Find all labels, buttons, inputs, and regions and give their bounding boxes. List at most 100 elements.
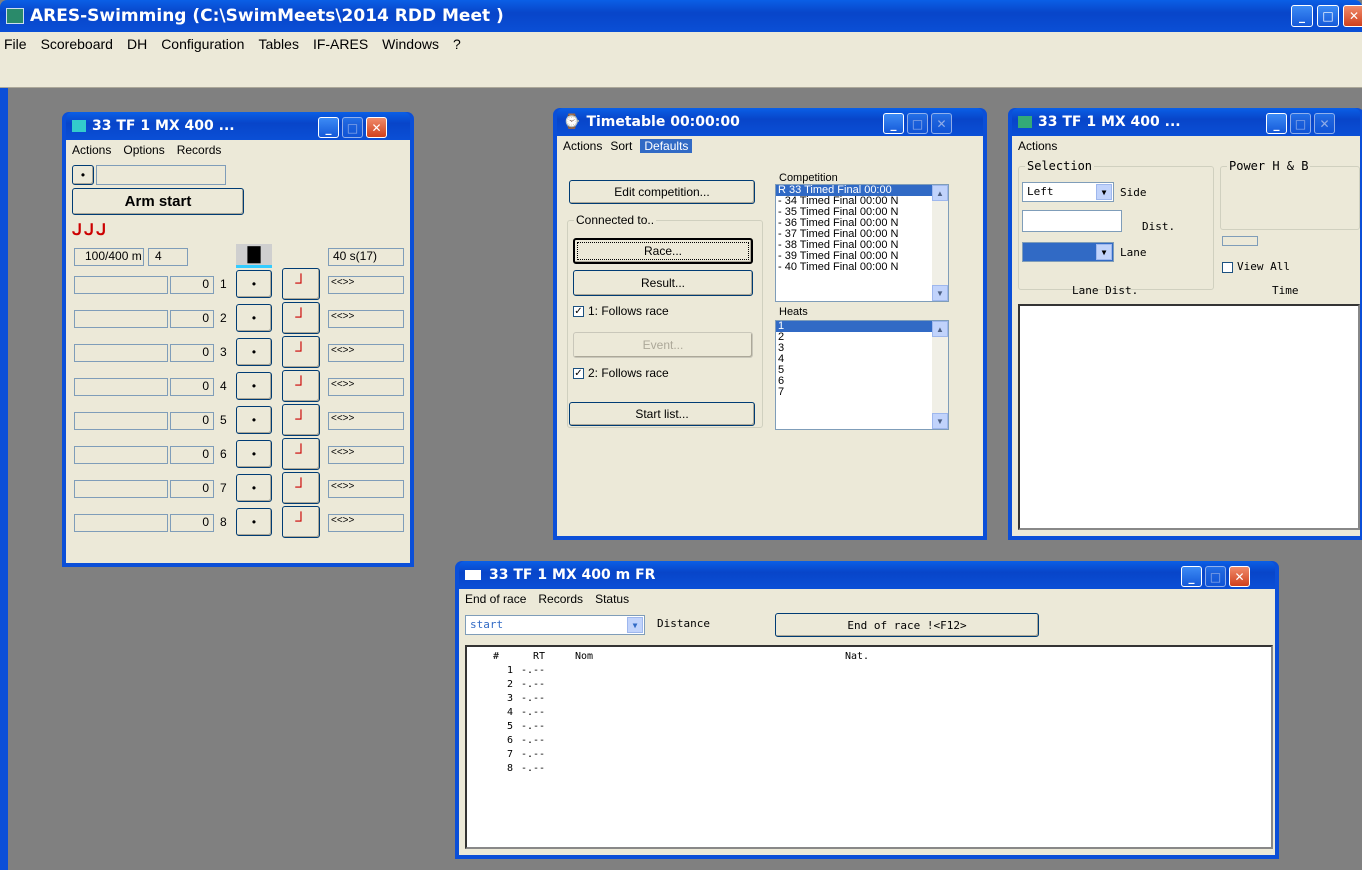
- col-nat: Nat.: [845, 651, 870, 662]
- menu-windows[interactable]: Windows: [382, 36, 439, 52]
- distance-label: Distance: [657, 617, 710, 630]
- competition-listbox[interactable]: R 33 Timed Final 00:00- 34 Timed Final 0…: [775, 184, 949, 302]
- status-select[interactable]: start ▼: [465, 615, 645, 635]
- menu-actions[interactable]: Actions: [72, 143, 111, 157]
- lane-touchpad-button[interactable]: ┘: [282, 438, 320, 470]
- menu-records[interactable]: Records: [538, 592, 583, 606]
- window-icon: [1018, 116, 1032, 128]
- race-button[interactable]: Race...: [573, 238, 753, 264]
- lane-time-field: [74, 344, 168, 362]
- lane-dot-button[interactable]: •: [236, 304, 272, 332]
- lane-dot-button[interactable]: •: [236, 372, 272, 400]
- close-button[interactable]: ✕: [1229, 566, 1250, 587]
- lane-dot-button[interactable]: •: [236, 270, 272, 298]
- heats-listbox[interactable]: 1234567 ▲ ▼: [775, 320, 949, 430]
- lane-touchpad-button[interactable]: ┘: [282, 370, 320, 402]
- minimize-button[interactable]: _: [318, 117, 339, 138]
- edit-competition-button[interactable]: Edit competition...: [569, 180, 755, 204]
- close-button[interactable]: ✕: [1343, 5, 1362, 27]
- menu-tables[interactable]: Tables: [258, 36, 298, 52]
- dot-button[interactable]: •: [72, 165, 94, 185]
- lane-touchpad-button[interactable]: ┘: [282, 404, 320, 436]
- dist-label: Dist.: [1142, 220, 1176, 233]
- menu-actions[interactable]: Actions: [1018, 139, 1057, 153]
- result-row-rt: -.--: [521, 749, 546, 760]
- maximize-button[interactable]: □: [907, 113, 928, 134]
- lane-dot-button[interactable]: •: [236, 508, 272, 536]
- result-button[interactable]: Result...: [573, 270, 753, 296]
- menu-scoreboard[interactable]: Scoreboard: [41, 36, 113, 52]
- side-select[interactable]: Left ▼: [1022, 182, 1114, 202]
- lanes-window-title: 33 TF 1 MX 400 ...: [92, 118, 235, 134]
- menu-sort[interactable]: Sort: [610, 139, 632, 153]
- menu-end-of-race[interactable]: End of race: [465, 592, 526, 606]
- view-all-checkbox[interactable]: View All: [1222, 260, 1290, 273]
- heat-item[interactable]: 4: [776, 354, 948, 365]
- end-of-race-button[interactable]: End of race !<F12>: [775, 613, 1039, 637]
- col-time: Time: [1272, 284, 1299, 297]
- competition-label: Competition: [779, 172, 838, 184]
- distance-title: 33 TF 1 MX 400 ...: [1038, 114, 1181, 130]
- menu-configuration[interactable]: Configuration: [161, 36, 244, 52]
- result-row-rt: -.--: [521, 763, 546, 774]
- lane-number: 7: [220, 481, 227, 495]
- lane-touchpad-button[interactable]: ┘: [282, 268, 320, 300]
- lane-time-field: [74, 412, 168, 430]
- menu-records[interactable]: Records: [177, 143, 222, 157]
- results-table[interactable]: # RT Nom Nat. 1 -.-- 2 -.-- 3 -.-- 4 -.-- 5 -.-- 6…: [465, 645, 1273, 849]
- menu-status[interactable]: Status: [595, 592, 629, 606]
- heat-item[interactable]: 5: [776, 365, 948, 376]
- lane-select[interactable]: ▼: [1022, 242, 1114, 262]
- lane-dot-button[interactable]: •: [236, 406, 272, 434]
- menu-if-ares[interactable]: IF-ARES: [313, 36, 368, 52]
- heat-item[interactable]: 1: [776, 321, 948, 332]
- arm-start-button[interactable]: Arm start: [72, 188, 244, 215]
- close-button[interactable]: ✕: [931, 113, 952, 134]
- minimize-button[interactable]: _: [1266, 113, 1287, 134]
- heat-item[interactable]: 3: [776, 343, 948, 354]
- lanes-menubar: Actions Options Records: [66, 140, 410, 160]
- follows-race-2-checkbox[interactable]: ✓ 2: Follows race: [573, 366, 669, 380]
- maximize-button[interactable]: □: [1205, 566, 1226, 587]
- timetable-titlebar: ⌚ Timetable 00:00:00 _ □ ✕: [557, 108, 983, 136]
- distance-list[interactable]: [1018, 304, 1360, 530]
- menu-file[interactable]: File: [4, 36, 27, 52]
- menu-actions[interactable]: Actions: [563, 139, 602, 153]
- follows-race-1-checkbox[interactable]: ✓ 1: Follows race: [573, 304, 669, 318]
- maximize-button[interactable]: □: [342, 117, 363, 138]
- start-list-button[interactable]: Start list...: [569, 402, 755, 426]
- minimize-button[interactable]: _: [883, 113, 904, 134]
- lane-label: Lane: [1120, 246, 1147, 259]
- lane-number: 4: [220, 379, 227, 393]
- close-button[interactable]: ✕: [366, 117, 387, 138]
- lane-touchpad-button[interactable]: ┘: [282, 336, 320, 368]
- power-group: Power H & B: [1220, 159, 1360, 230]
- menu-help[interactable]: ?: [453, 36, 461, 52]
- menu-dh[interactable]: DH: [127, 36, 147, 52]
- lane-dot-button[interactable]: •: [236, 338, 272, 366]
- result-row-rt: -.--: [521, 707, 546, 718]
- maximize-button[interactable]: □: [1317, 5, 1339, 27]
- minimize-button[interactable]: _: [1181, 566, 1202, 587]
- lane-touchpad-button[interactable]: ┘: [282, 472, 320, 504]
- dist-input[interactable]: [1022, 210, 1122, 232]
- close-button[interactable]: ✕: [1314, 113, 1335, 134]
- lane-dot-button[interactable]: •: [236, 440, 272, 468]
- competition-item[interactable]: - 40 Timed Final 00:00 N: [776, 262, 948, 273]
- lane-number: 8: [220, 515, 227, 529]
- lane-touchpad-button[interactable]: ┘: [282, 506, 320, 538]
- maximize-button[interactable]: □: [1290, 113, 1311, 134]
- col-lane-dist: Lane Dist.: [1072, 284, 1139, 297]
- distance-window: 33 TF 1 MX 400 ... _ □ ✕ Actions Selecti…: [1008, 108, 1362, 540]
- heat-item[interactable]: 6: [776, 376, 948, 387]
- lane-touchpad-button[interactable]: ┘: [282, 302, 320, 334]
- minimize-button[interactable]: _: [1291, 5, 1313, 27]
- heat-item[interactable]: 2: [776, 332, 948, 343]
- result-row-rt: -.--: [521, 665, 546, 676]
- menu-options[interactable]: Options: [123, 143, 164, 157]
- lane-number: 3: [220, 345, 227, 359]
- heat-item[interactable]: 7: [776, 387, 948, 398]
- lane-dot-button[interactable]: •: [236, 474, 272, 502]
- printer-icon[interactable]: ▇: [236, 244, 272, 268]
- menu-defaults[interactable]: Defaults: [640, 139, 693, 153]
